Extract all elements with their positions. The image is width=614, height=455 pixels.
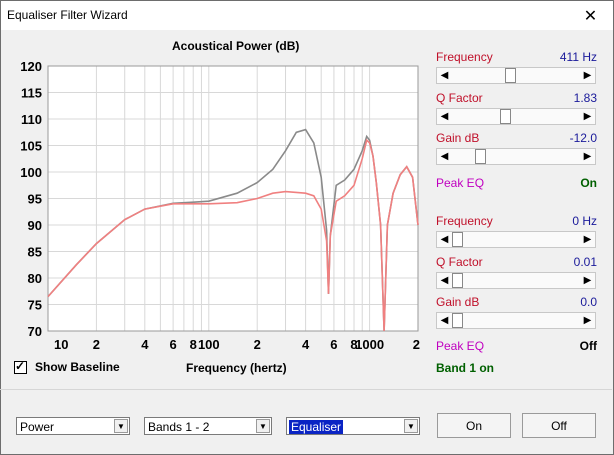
chevron-down-icon[interactable]: ▼: [114, 419, 128, 433]
y-tick-label: 100: [20, 165, 42, 180]
close-icon[interactable]: ✕: [568, 1, 613, 30]
band1-mode-label: Peak EQ: [436, 176, 485, 190]
band2-q-slider[interactable]: ◀ ▶: [436, 272, 596, 289]
off-button[interactable]: Off: [522, 413, 596, 438]
x-tick-label: 2: [254, 337, 261, 352]
x-tick-label: 6: [330, 337, 337, 352]
band2-mode-label: Peak EQ: [436, 339, 485, 353]
scroll-left-icon[interactable]: ◀: [437, 232, 452, 247]
band1-frequency-label: Frequency: [436, 50, 493, 64]
y-tick-label: 90: [28, 218, 42, 233]
scroll-right-icon[interactable]: ▶: [580, 109, 595, 124]
slider-thumb[interactable]: [452, 273, 463, 288]
scroll-right-icon[interactable]: ▶: [580, 68, 595, 83]
x-tick-label: 2: [413, 337, 420, 352]
y-tick-label: 105: [20, 139, 42, 154]
band1-frequency-slider[interactable]: ◀ ▶: [436, 67, 596, 84]
chart-title: Acoustical Power (dB): [172, 39, 300, 53]
x-tick-label: 4: [302, 337, 310, 352]
slider-thumb[interactable]: [499, 109, 511, 124]
view-select-value: Power: [20, 420, 55, 434]
y-tick-label: 75: [28, 298, 42, 313]
y-tick-label: 85: [28, 245, 42, 260]
slider-thumb[interactable]: [475, 149, 487, 164]
bands-select[interactable]: Bands 1 - 2 ▼: [144, 417, 272, 435]
bands-select-value: Bands 1 - 2: [148, 420, 210, 434]
scroll-right-icon[interactable]: ▶: [580, 149, 595, 164]
band1-gain-value: -12.0: [569, 131, 597, 145]
band1-gain-slider[interactable]: ◀ ▶: [436, 148, 596, 165]
y-tick-label: 95: [28, 192, 42, 207]
slider-thumb[interactable]: [452, 313, 463, 328]
band2-q-value: 0.01: [573, 255, 597, 269]
scroll-left-icon[interactable]: ◀: [437, 109, 452, 124]
band2-frequency-value: 0 Hz: [572, 214, 597, 228]
scroll-right-icon[interactable]: ▶: [580, 232, 595, 247]
chevron-down-icon[interactable]: ▼: [404, 419, 418, 433]
band1-mode-state: On: [580, 176, 597, 190]
view-select[interactable]: Power ▼: [16, 417, 130, 435]
y-tick-label: 70: [28, 324, 42, 339]
y-tick-label: 110: [21, 112, 42, 127]
band1-q-value: 1.83: [573, 91, 597, 105]
x-tick-label: 4: [141, 337, 149, 352]
show-baseline-checkbox[interactable]: ✓: [14, 358, 27, 374]
band2-gain-label: Gain dB: [436, 295, 480, 309]
status-text: Band 1 on: [436, 361, 495, 375]
x-axis-label: Frequency (hertz): [186, 361, 287, 375]
y-tick-label: 80: [28, 271, 42, 286]
band1-q-label: Q Factor: [436, 91, 483, 105]
scroll-right-icon[interactable]: ▶: [580, 313, 595, 328]
band2-q-label: Q Factor: [436, 255, 483, 269]
chevron-down-icon[interactable]: ▼: [256, 419, 270, 433]
mode-select[interactable]: Equaliser ▼: [286, 417, 420, 435]
show-baseline-label: Show Baseline: [35, 360, 120, 374]
slider-thumb[interactable]: [452, 232, 463, 247]
mode-select-value: Equaliser: [289, 420, 344, 434]
scroll-left-icon[interactable]: ◀: [437, 313, 452, 328]
band1-q-slider[interactable]: ◀ ▶: [436, 108, 596, 125]
y-tick-label: 120: [20, 59, 42, 74]
scroll-left-icon[interactable]: ◀: [437, 273, 452, 288]
band2-frequency-slider[interactable]: ◀ ▶: [436, 231, 596, 248]
x-tick-label: 8: [190, 337, 197, 352]
band1-gain-label: Gain dB: [436, 131, 480, 145]
x-tick-label: 10: [54, 337, 68, 352]
y-tick-label: 115: [21, 86, 42, 101]
scroll-left-icon[interactable]: ◀: [437, 149, 452, 164]
title-bar: Equaliser Filter Wizard ✕: [1, 1, 613, 30]
divider: [0, 389, 612, 390]
band2-gain-value: 0.0: [580, 295, 597, 309]
band2-gain-slider[interactable]: ◀ ▶: [436, 312, 596, 329]
on-button[interactable]: On: [437, 413, 511, 438]
window-title: Equaliser Filter Wizard: [7, 8, 128, 22]
scroll-left-icon[interactable]: ◀: [437, 68, 452, 83]
band1-frequency-value: 411 Hz: [559, 50, 597, 64]
check-icon: ✓: [15, 358, 26, 373]
response-chart: 70758085909510010511011512010 2 4 6 8 100 2 4 6 8…: [20, 59, 420, 352]
band2-mode-state: Off: [579, 339, 597, 353]
band2-frequency-label: Frequency: [436, 214, 493, 228]
slider-thumb[interactable]: [504, 68, 516, 83]
scroll-right-icon[interactable]: ▶: [580, 273, 595, 288]
x-tick-label: 2: [93, 337, 100, 352]
x-tick-label: 1000: [355, 337, 384, 352]
x-tick-label: 6: [170, 337, 177, 352]
show-baseline-toggle[interactable]: ✓ Show Baseline: [14, 358, 120, 374]
x-tick-label: 100: [198, 337, 220, 352]
